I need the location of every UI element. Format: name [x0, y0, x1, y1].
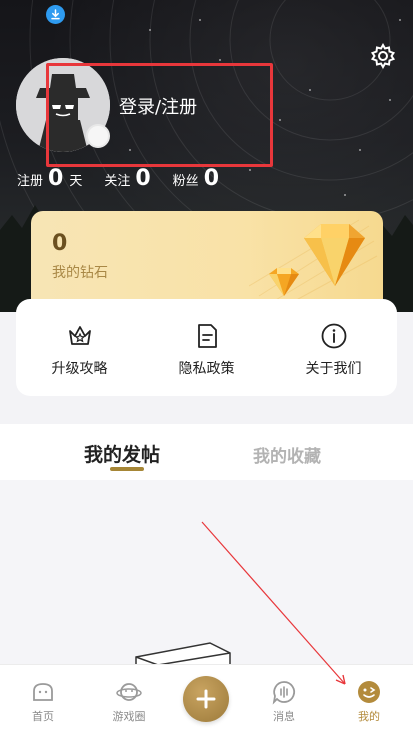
upgrade-guide-label: 升级攻略 — [51, 361, 108, 377]
download-icon[interactable] — [46, 5, 65, 24]
crown-icon — [68, 326, 91, 345]
follow-label[interactable]: 关注 — [104, 170, 130, 189]
tab-my-favorites[interactable]: 我的收藏 — [253, 442, 321, 467]
upgrade-guide-button[interactable]: 升级攻略 — [16, 299, 143, 396]
info-icon — [321, 323, 346, 349]
nav-home[interactable]: 首页 — [13, 679, 73, 724]
diamond-label: 我的钻石 — [52, 265, 108, 281]
fans-count[interactable]: 0 — [204, 166, 219, 191]
nav-home-label: 首页 — [32, 710, 54, 723]
register-days-value: 0 — [48, 166, 64, 191]
planet-icon — [116, 683, 142, 701]
about-us-button[interactable]: 关于我们 — [270, 299, 397, 396]
nav-game-circle[interactable]: 游戏圈 — [99, 679, 159, 724]
nav-messages-label: 消息 — [273, 710, 295, 723]
quick-links-card: 升级攻略 隐私政策 关于我们 — [16, 299, 397, 396]
message-icon — [272, 681, 296, 705]
active-tab-indicator — [110, 467, 144, 471]
privacy-policy-label: 隐私政策 — [178, 361, 235, 377]
nav-messages[interactable]: 消息 — [254, 679, 314, 724]
document-icon — [197, 324, 217, 348]
post-tabs: 我的发帖 我的收藏 — [0, 424, 413, 480]
privacy-policy-button[interactable]: 隐私政策 — [143, 299, 270, 396]
diamond-icon — [249, 219, 378, 305]
home-icon — [33, 683, 53, 701]
profile-stats: 注册 0 天 关注 0 粉丝 0 — [17, 166, 225, 196]
gear-icon[interactable] — [370, 42, 396, 70]
diamond-card[interactable]: 0 我的钻石 — [31, 211, 383, 311]
nav-profile[interactable]: 我的 — [339, 679, 399, 724]
tab-my-posts[interactable]: 我的发帖 — [84, 440, 160, 467]
nav-profile-label: 我的 — [358, 710, 380, 723]
about-us-label: 关于我们 — [305, 361, 362, 377]
profile-icon — [358, 681, 380, 703]
plus-icon — [196, 689, 216, 709]
nav-game-circle-label: 游戏圈 — [112, 710, 146, 723]
create-post-button[interactable] — [183, 676, 229, 722]
follow-count[interactable]: 0 — [135, 166, 150, 191]
fans-label[interactable]: 粉丝 — [173, 170, 199, 189]
register-unit: 天 — [69, 174, 83, 189]
login-register-link[interactable]: 登录/注册 — [119, 93, 197, 119]
register-label: 注册 — [17, 174, 44, 189]
diamond-count: 0 — [52, 231, 68, 256]
